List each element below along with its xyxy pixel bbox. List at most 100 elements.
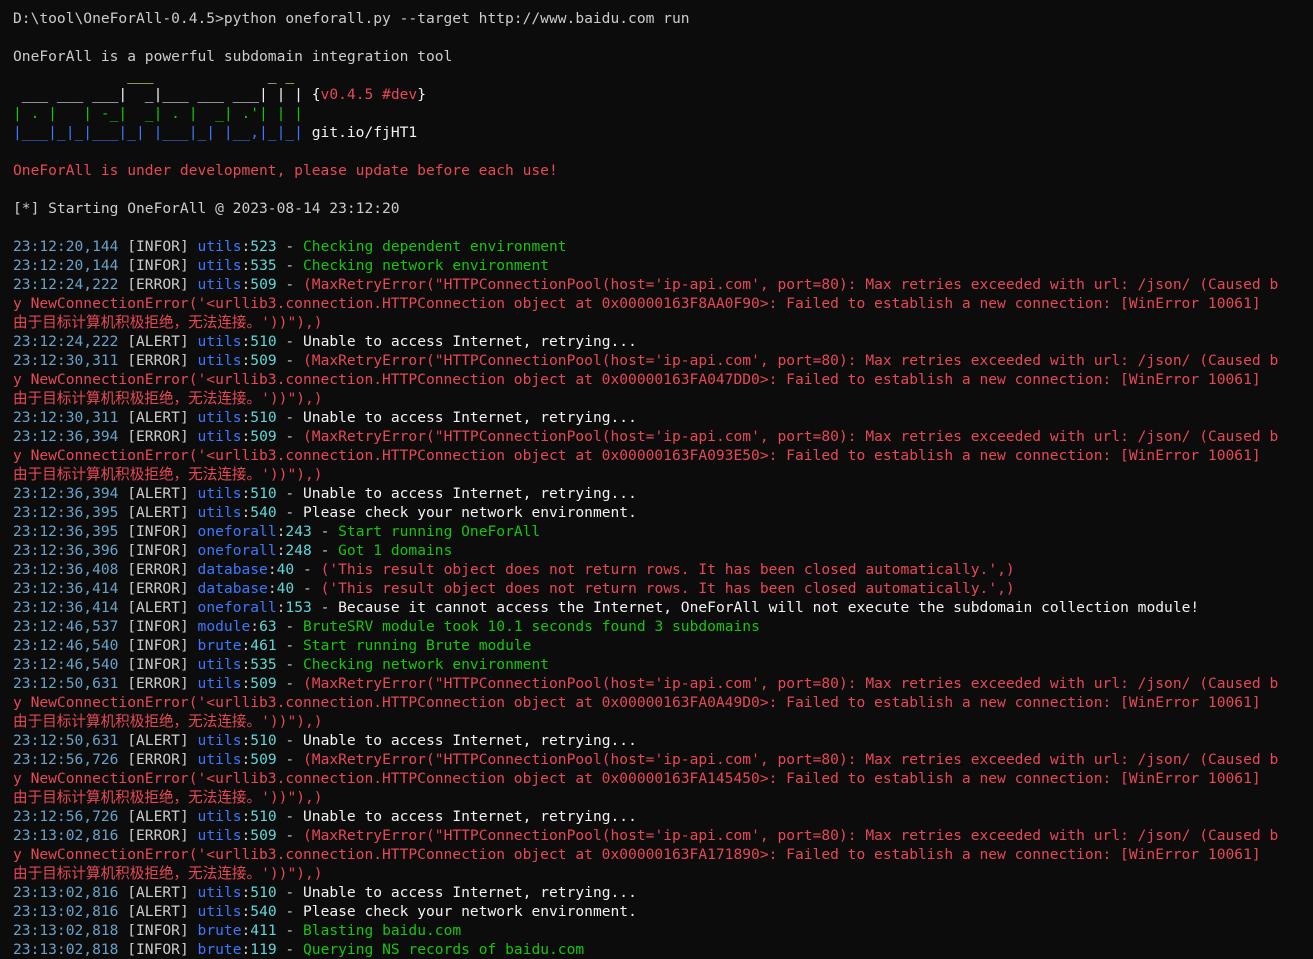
log-level: [INFOR] — [127, 637, 189, 654]
log-colon: : — [241, 409, 251, 426]
log-timestamp: 23:13:02,816 — [13, 903, 119, 920]
log-level: [INFOR] — [127, 656, 189, 673]
log-timestamp: 23:12:46,537 — [13, 618, 119, 635]
log-line-number: 510 — [250, 409, 277, 426]
log-module: utils — [197, 485, 242, 502]
log-colon: : — [241, 675, 251, 692]
log-separator: - — [311, 542, 339, 559]
log-line: 23:12:46,540 [INFOR] brute:461 - Start r… — [13, 636, 1313, 655]
log-line-number: 411 — [250, 922, 277, 939]
log-line-number: 510 — [250, 732, 277, 749]
log-level: [ERROR] — [127, 352, 189, 369]
log-output: 23:12:20,144 [INFOR] utils:523 - Checkin… — [13, 237, 1313, 959]
log-line: 23:12:36,414 [ERROR] database:40 - ('Thi… — [13, 579, 1313, 598]
log-message: (MaxRetryError("HTTPConnectionPool(host=… — [303, 428, 1279, 445]
log-message: Unable to access Internet, retrying... — [303, 485, 637, 502]
log-line-number: 119 — [250, 941, 277, 958]
terminal-window[interactable]: D:\tool\OneForAll-0.4.5>python oneforall… — [0, 0, 1313, 959]
log-colon: : — [241, 827, 251, 844]
log-timestamp: 23:12:24,222 — [13, 276, 119, 293]
log-line-number: 523 — [250, 238, 277, 255]
log-timestamp: 23:12:46,540 — [13, 656, 119, 673]
log-timestamp: 23:12:56,726 — [13, 808, 119, 825]
log-separator: - — [276, 276, 303, 293]
log-level: [ERROR] — [127, 580, 189, 597]
log-line: 23:12:36,395 [INFOR] oneforall:243 - Sta… — [13, 522, 1313, 541]
log-timestamp: 23:12:24,222 — [13, 333, 119, 350]
log-level: [ALERT] — [127, 808, 189, 825]
log-module: utils — [197, 428, 242, 445]
log-module: utils — [197, 732, 242, 749]
log-line: 23:12:56,726 [ALERT] utils:510 - Unable … — [13, 807, 1313, 826]
project-link: git.io/fjHT1 — [311, 124, 418, 141]
banner-line-2: ___ ___ ___| _|___ ___ ___| | | — [13, 86, 303, 103]
log-colon: : — [241, 276, 251, 293]
log-colon: : — [241, 732, 251, 749]
log-level: [ALERT] — [127, 409, 189, 426]
log-message: Unable to access Internet, retrying... — [303, 884, 637, 901]
log-level: [ERROR] — [127, 827, 189, 844]
log-line: 23:12:46,540 [INFOR] utils:535 - Checkin… — [13, 655, 1313, 674]
log-separator: - — [276, 827, 303, 844]
log-line-number: 509 — [250, 428, 277, 445]
log-separator: - — [311, 599, 339, 616]
log-colon: : — [250, 618, 260, 635]
log-module: utils — [197, 808, 242, 825]
log-line-number: 40 — [276, 580, 295, 597]
log-line: 23:12:30,311 [ERROR] utils:509 - (MaxRet… — [13, 351, 1313, 370]
log-continuation: 由于目标计算机积极拒绝，无法连接。'))"),) — [13, 865, 323, 882]
log-level: [ERROR] — [127, 675, 189, 692]
log-level: [ERROR] — [127, 276, 189, 293]
log-colon: : — [241, 922, 251, 939]
log-colon: : — [241, 751, 251, 768]
log-line: 23:13:02,818 [INFOR] brute:411 - Blastin… — [13, 921, 1313, 940]
log-module: utils — [197, 884, 242, 901]
log-line: 23:12:30,311 [ALERT] utils:510 - Unable … — [13, 408, 1313, 427]
log-line: 23:12:20,144 [INFOR] utils:523 - Checkin… — [13, 237, 1313, 256]
log-module: oneforall — [197, 542, 277, 559]
log-timestamp: 23:12:46,540 — [13, 637, 119, 654]
log-separator: - — [276, 238, 303, 255]
log-separator: - — [294, 561, 321, 578]
log-line-number: 248 — [285, 542, 312, 559]
log-line-number: 510 — [250, 808, 277, 825]
log-module: brute — [197, 941, 242, 958]
log-level: [INFOR] — [127, 941, 189, 958]
log-level: [INFOR] — [127, 257, 189, 274]
log-separator: - — [276, 751, 303, 768]
banner-line-1: ___ _ _ — [13, 67, 295, 84]
log-colon: : — [241, 485, 251, 502]
log-continuation: y NewConnectionError('<urllib3.connectio… — [13, 371, 1261, 388]
log-separator: - — [276, 884, 303, 901]
log-message: Unable to access Internet, retrying... — [303, 409, 637, 426]
log-module: utils — [197, 409, 242, 426]
log-message: Please check your network environment. — [303, 504, 637, 521]
log-line: 23:12:36,394 [ERROR] utils:509 - (MaxRet… — [13, 427, 1313, 446]
version-close: } — [417, 86, 426, 103]
log-timestamp: 23:12:36,394 — [13, 428, 119, 445]
log-line-number: 540 — [250, 504, 277, 521]
log-continuation: 由于目标计算机积极拒绝，无法连接。'))"),) — [13, 466, 323, 483]
log-module: brute — [197, 637, 242, 654]
intro-text: OneForAll is a powerful subdomain integr… — [13, 48, 453, 65]
version-label: v0.4.5 #dev — [320, 86, 418, 103]
log-line-number: 540 — [250, 903, 277, 920]
log-line: 23:12:46,537 [INFOR] module:63 - BruteSR… — [13, 617, 1313, 636]
log-module: brute — [197, 922, 242, 939]
log-level: [ALERT] — [127, 485, 189, 502]
log-level: [ERROR] — [127, 428, 189, 445]
log-continuation: 由于目标计算机积极拒绝，无法连接。'))"),) — [13, 314, 323, 331]
log-message: ('This result object does not return row… — [320, 561, 1015, 578]
log-module: utils — [197, 903, 242, 920]
log-colon: : — [241, 941, 251, 958]
log-timestamp: 23:12:36,395 — [13, 504, 119, 521]
log-timestamp: 23:12:36,414 — [13, 580, 119, 597]
log-separator: - — [276, 675, 303, 692]
log-module: utils — [197, 333, 242, 350]
log-module: utils — [197, 656, 242, 673]
log-message: Start running Brute module — [303, 637, 532, 654]
log-colon: : — [241, 333, 251, 350]
log-line: 23:12:50,631 [ERROR] utils:509 - (MaxRet… — [13, 674, 1313, 693]
